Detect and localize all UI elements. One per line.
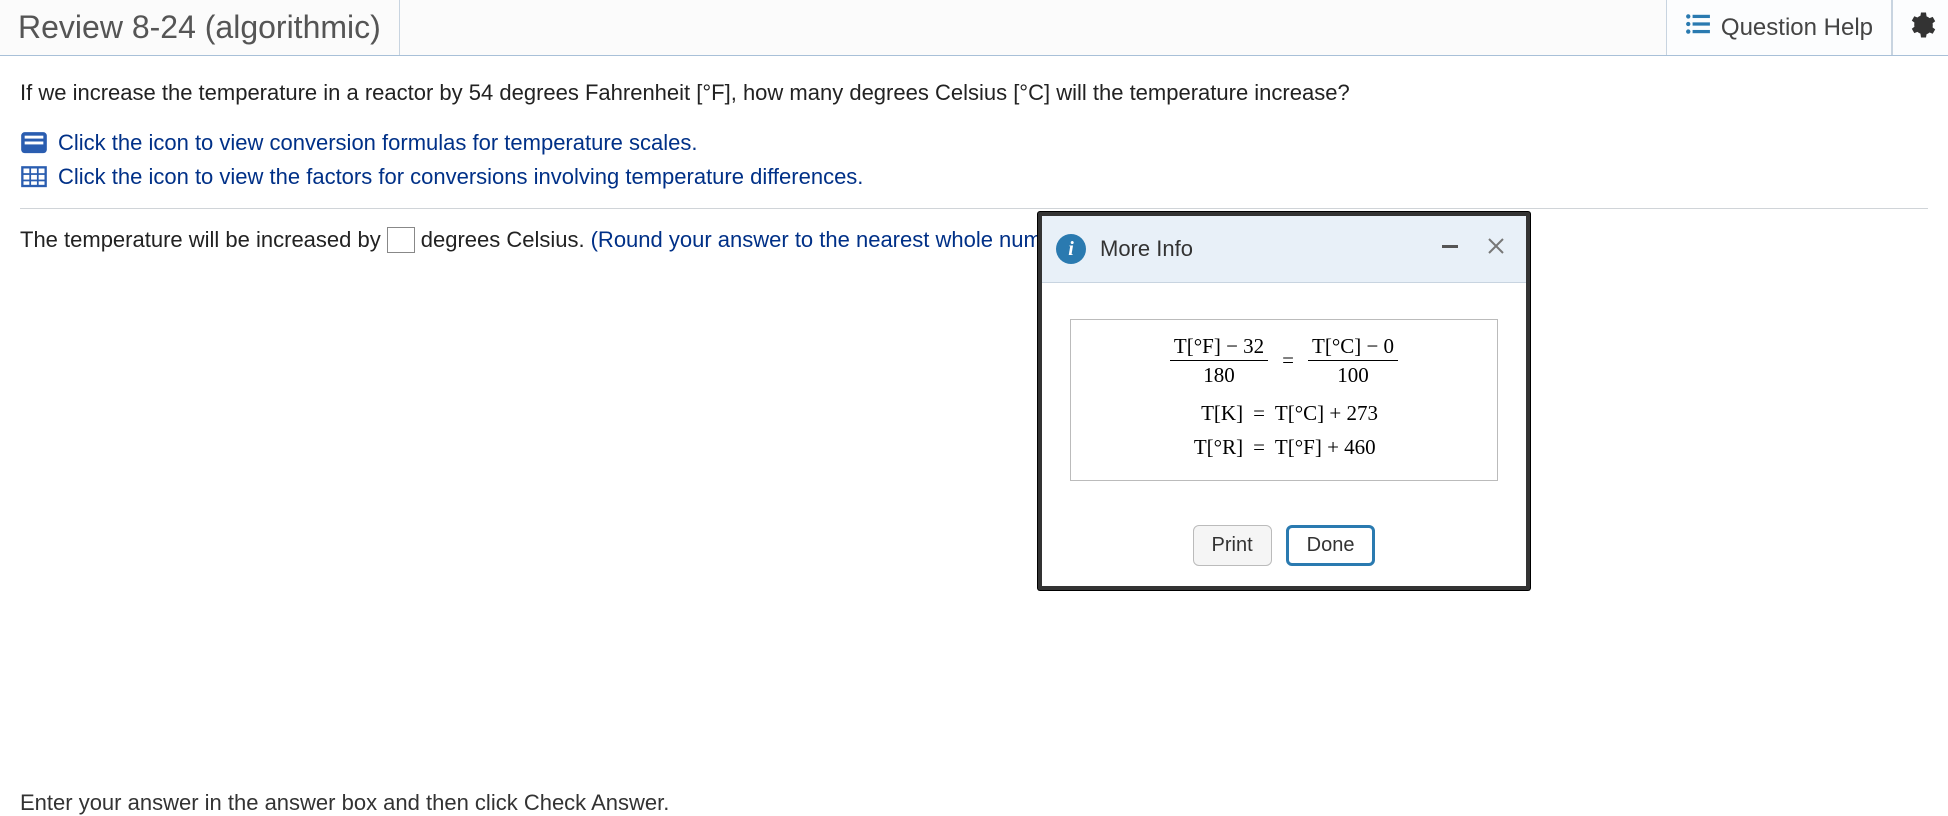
fraction-left: T[°F] − 32 180 bbox=[1170, 334, 1268, 387]
question-content: If we increase the temperature in a reac… bbox=[0, 56, 1948, 253]
reference-link-factors[interactable]: Click the icon to view the factors for c… bbox=[20, 164, 1928, 190]
gear-icon bbox=[1906, 10, 1936, 46]
book-icon bbox=[20, 131, 48, 155]
more-info-popup: i More Info T[°F] − 32 180 = T[°C] − 0 1… bbox=[1038, 212, 1530, 590]
fraction-right: T[°C] − 0 100 bbox=[1308, 334, 1398, 387]
popup-title: More Info bbox=[1100, 236, 1420, 262]
reference-link-1-label: Click the icon to view conversion formul… bbox=[58, 130, 697, 156]
formula-fraction-row: T[°F] − 32 180 = T[°C] − 0 100 bbox=[1089, 334, 1479, 387]
fraction-left-num: T[°F] − 32 bbox=[1170, 334, 1268, 361]
popup-header: i More Info bbox=[1042, 216, 1526, 283]
title-bar: Review 8-24 (algorithmic) Question Help bbox=[0, 0, 1948, 56]
footer-instruction: Enter your answer in the answer box and … bbox=[20, 790, 669, 816]
question-prompt: If we increase the temperature in a reac… bbox=[20, 80, 1928, 106]
equals-sign: = bbox=[1282, 348, 1294, 373]
answer-prefix: The temperature will be increased by bbox=[20, 227, 381, 253]
close-button[interactable] bbox=[1480, 230, 1512, 268]
answer-hint: (Round your answer to the nearest whole … bbox=[591, 227, 1067, 253]
table-icon bbox=[20, 165, 48, 189]
fraction-right-den: 100 bbox=[1337, 361, 1369, 387]
info-icon: i bbox=[1056, 234, 1086, 264]
answer-input[interactable] bbox=[387, 227, 415, 253]
reference-link-formulas[interactable]: Click the icon to view conversion formul… bbox=[20, 130, 1928, 156]
answer-row: The temperature will be increased by deg… bbox=[20, 227, 1928, 253]
question-help-label: Question Help bbox=[1721, 14, 1873, 42]
question-help-button[interactable]: Question Help bbox=[1666, 0, 1892, 55]
popup-body: T[°F] − 32 180 = T[°C] − 0 100 T[K] = T[… bbox=[1042, 283, 1526, 501]
reference-link-2-label: Click the icon to view the factors for c… bbox=[58, 164, 863, 190]
formula-box: T[°F] − 32 180 = T[°C] − 0 100 T[K] = T[… bbox=[1070, 319, 1498, 481]
print-button[interactable]: Print bbox=[1193, 525, 1272, 566]
kelvin-rhs: T[°C] + 273 bbox=[1275, 397, 1395, 431]
formula-kelvin: T[K] = T[°C] + 273 bbox=[1089, 397, 1479, 431]
page-title: Review 8-24 (algorithmic) bbox=[0, 0, 400, 55]
fraction-left-den: 180 bbox=[1203, 361, 1235, 387]
formula-rankine: T[°R] = T[°F] + 460 bbox=[1089, 431, 1479, 465]
answer-suffix: degrees Celsius. bbox=[421, 227, 585, 253]
rankine-lhs: T[°R] bbox=[1173, 431, 1243, 465]
popup-buttons: Print Done bbox=[1042, 501, 1526, 586]
settings-button[interactable] bbox=[1892, 0, 1948, 55]
equals-sign-3: = bbox=[1253, 431, 1265, 465]
rankine-rhs: T[°F] + 460 bbox=[1275, 431, 1395, 465]
divider bbox=[20, 208, 1928, 209]
title-right: Question Help bbox=[1666, 0, 1948, 55]
done-button[interactable]: Done bbox=[1286, 525, 1376, 566]
minimize-button[interactable] bbox=[1434, 230, 1466, 268]
fraction-right-num: T[°C] − 0 bbox=[1308, 334, 1398, 361]
list-icon bbox=[1685, 13, 1711, 42]
equals-sign-2: = bbox=[1253, 397, 1265, 431]
kelvin-lhs: T[K] bbox=[1173, 397, 1243, 431]
